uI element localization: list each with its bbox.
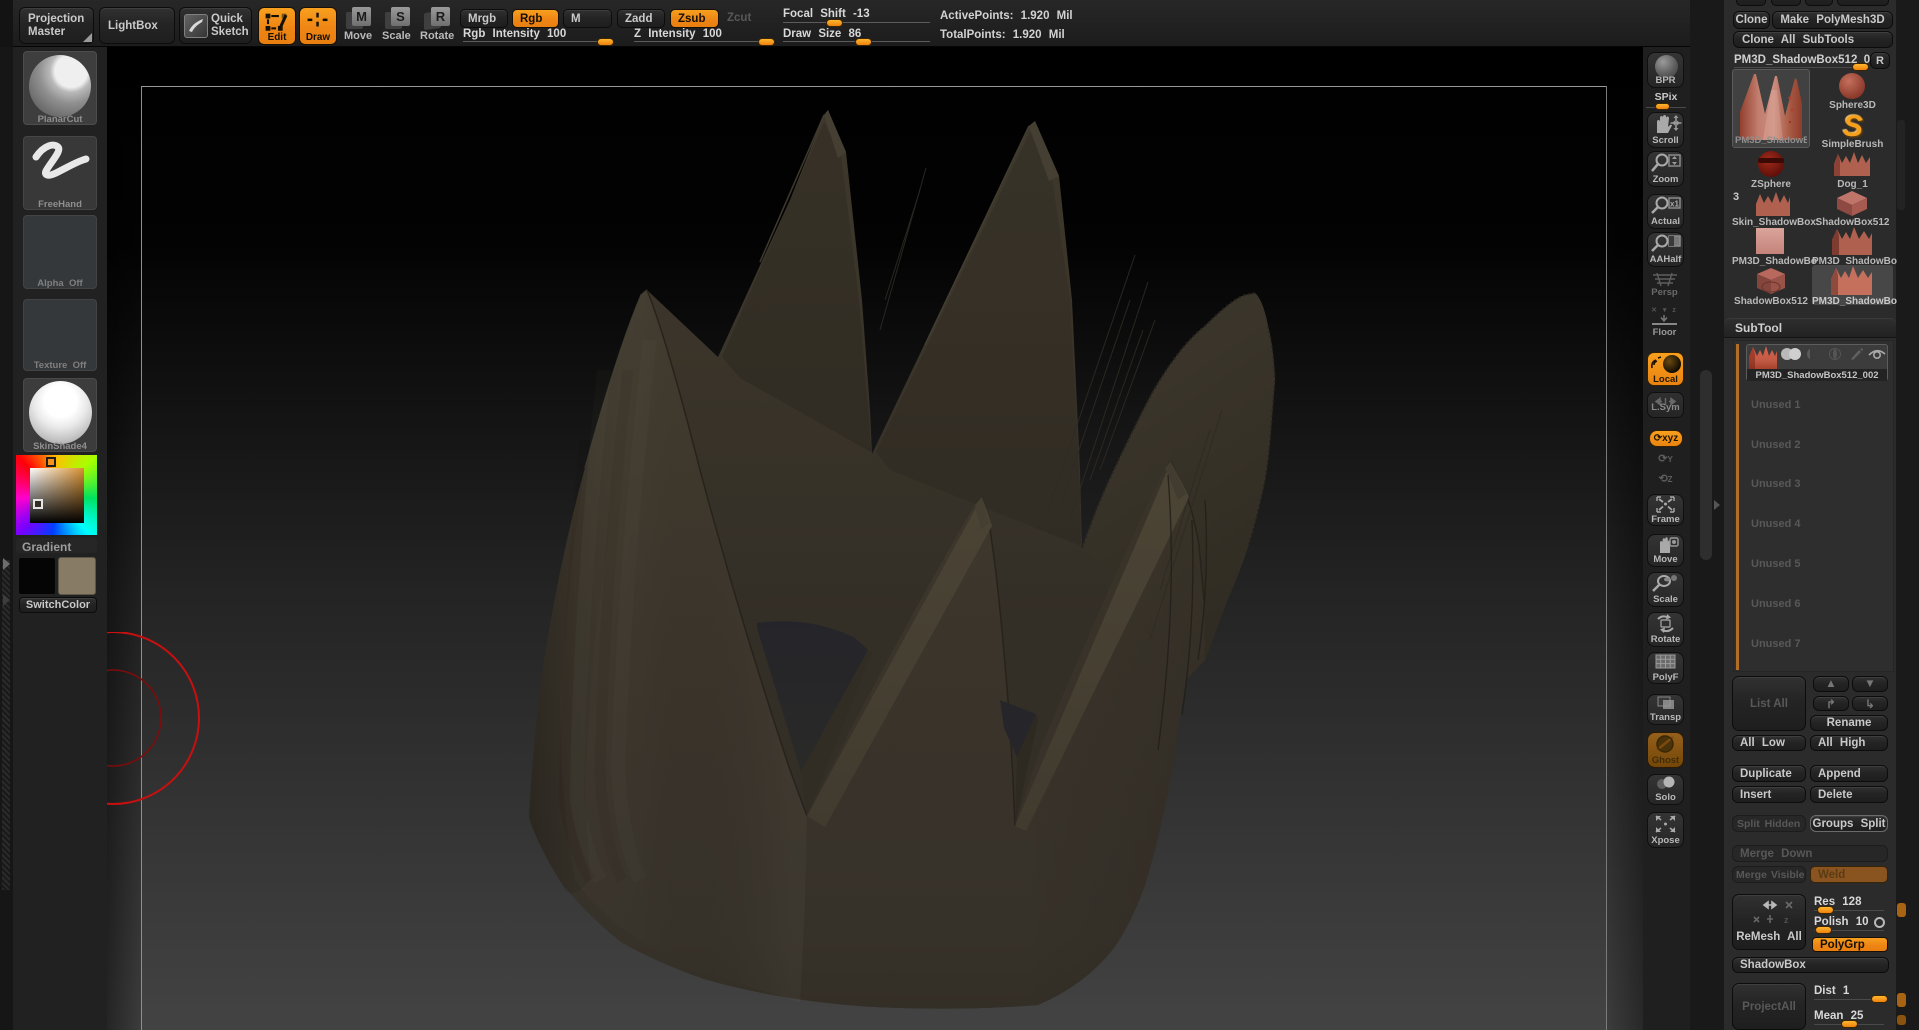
svg-text:Draw: Draw	[306, 32, 331, 43]
svg-text:Edit: Edit	[268, 32, 287, 43]
svg-text:x1: x1	[1670, 200, 1679, 209]
svg-text:z: z	[1784, 915, 1789, 925]
